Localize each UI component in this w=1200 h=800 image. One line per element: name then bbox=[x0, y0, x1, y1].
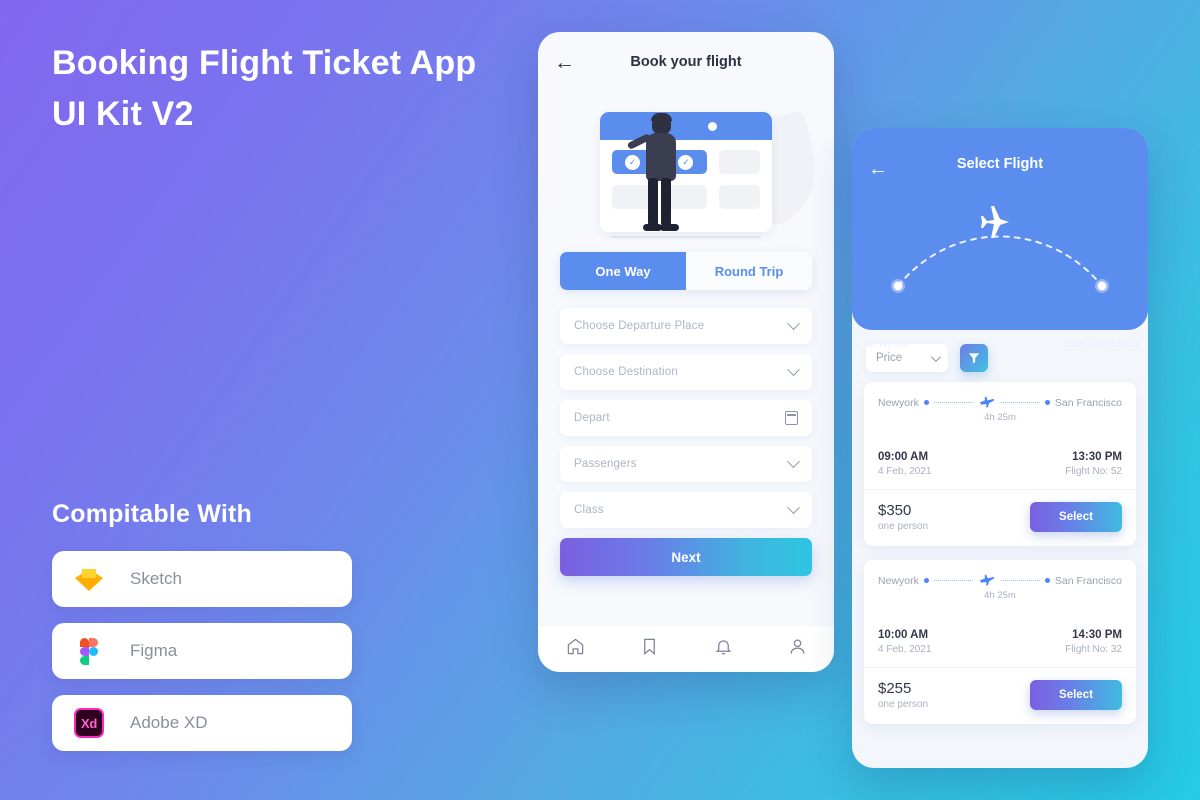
compat-label: Sketch bbox=[130, 569, 182, 588]
person-icon[interactable] bbox=[788, 637, 807, 661]
field-placeholder: Passengers bbox=[574, 458, 637, 470]
flight-times: 09:00 AM 4 Feb, 2021 13:30 PM Flight No:… bbox=[864, 435, 1136, 477]
booking-form: One Way Round Trip Choose Departure Plac… bbox=[538, 252, 834, 612]
airplane-icon bbox=[979, 574, 995, 586]
back-icon[interactable]: ← bbox=[868, 158, 888, 181]
route-origin-label: Newyork bbox=[864, 338, 909, 350]
booking-title: Book your flight bbox=[630, 54, 742, 70]
route-map: Newyork San Francisco bbox=[852, 190, 1148, 350]
arrive-time: 13:30 PM bbox=[1072, 451, 1122, 463]
hero-section: Booking Flight Ticket App UI Kit V2 bbox=[52, 38, 522, 140]
depart-time: 10:00 AM bbox=[878, 629, 929, 641]
select-flight-header: ← Select Flight Newyork San Francisco bbox=[852, 128, 1148, 350]
booking-screen: ← Book your flight ✓ ✓ One Way Round Tri… bbox=[538, 32, 834, 672]
filter-button[interactable] bbox=[960, 344, 988, 372]
select-button[interactable]: Select bbox=[1030, 680, 1122, 710]
person-illustration bbox=[626, 113, 690, 236]
flight-origin: Newyork bbox=[878, 396, 919, 409]
tab-round-trip[interactable]: Round Trip bbox=[686, 252, 812, 290]
compat-item-adobe-xd[interactable]: Xd Adobe XD bbox=[52, 695, 352, 751]
field-placeholder: Depart bbox=[574, 412, 610, 424]
flight-destination: San Francisco bbox=[1054, 574, 1122, 587]
price-sort-label: Price bbox=[876, 352, 903, 364]
bell-icon[interactable] bbox=[714, 637, 733, 661]
flight-price-row: $255 one person Select bbox=[864, 667, 1136, 724]
flight-price: $350 bbox=[878, 502, 912, 519]
field-placeholder: Choose Destination bbox=[574, 366, 678, 378]
compat-label: Adobe XD bbox=[130, 713, 208, 732]
flight-destination: San Francisco bbox=[1054, 396, 1122, 409]
flight-duration: 4h 25m bbox=[984, 412, 1016, 423]
next-button[interactable]: Next bbox=[560, 538, 812, 576]
flight-number: Flight No: 52 bbox=[1065, 466, 1122, 477]
flight-route-summary: Newyork San Francisco 4h 25m bbox=[864, 382, 1136, 435]
trip-type-toggle: One Way Round Trip bbox=[560, 252, 812, 290]
select-button[interactable]: Select bbox=[1030, 502, 1122, 532]
bottom-navigation bbox=[538, 626, 834, 672]
select-flight-title: Select Flight bbox=[956, 156, 1044, 172]
destination-field[interactable]: Choose Destination bbox=[560, 354, 812, 390]
origin-dot-icon bbox=[923, 400, 929, 405]
filter-icon bbox=[968, 353, 980, 364]
flight-duration: 4h 25m bbox=[984, 590, 1016, 601]
bookmark-icon[interactable] bbox=[640, 637, 659, 661]
flight-card[interactable]: Newyork San Francisco 4h 25m 10:00 AM 4 … bbox=[864, 560, 1136, 724]
page-title: Booking Flight Ticket App UI Kit V2 bbox=[52, 38, 522, 140]
compat-label: Figma bbox=[130, 641, 178, 660]
route-line bbox=[933, 402, 973, 403]
calendar-icon bbox=[785, 411, 798, 425]
chevron-down-icon bbox=[930, 351, 941, 362]
sketch-icon bbox=[74, 564, 104, 594]
chevron-down-icon bbox=[787, 454, 800, 468]
chevron-down-icon bbox=[787, 362, 800, 376]
flight-times: 10:00 AM 4 Feb, 2021 14:30 PM Flight No:… bbox=[864, 613, 1136, 655]
home-icon[interactable] bbox=[566, 637, 585, 661]
depart-date: 4 Feb, 2021 bbox=[878, 644, 932, 655]
field-placeholder: Class bbox=[574, 504, 604, 516]
compatibility-heading: Compitable With bbox=[52, 500, 252, 528]
destination-dot-icon bbox=[1044, 578, 1050, 583]
flight-card[interactable]: Newyork San Francisco 4h 25m 09:00 AM 4 … bbox=[864, 382, 1136, 546]
route-line bbox=[933, 580, 973, 581]
booking-header: ← Book your flight bbox=[538, 32, 834, 92]
select-flight-screen: ← Select Flight Newyork San Francisco Pr… bbox=[852, 128, 1148, 768]
chevron-down-icon bbox=[787, 500, 800, 514]
origin-dot-icon bbox=[923, 578, 929, 583]
price-note: one person bbox=[878, 521, 929, 532]
title-line-2: UI Kit V2 bbox=[52, 95, 194, 133]
title-line-1: Booking Flight Ticket App bbox=[52, 44, 477, 82]
compat-item-figma[interactable]: Figma bbox=[52, 623, 352, 679]
flight-price: $255 bbox=[878, 680, 912, 697]
airplane-icon bbox=[981, 206, 1009, 238]
tab-one-way[interactable]: One Way bbox=[560, 252, 686, 290]
flight-route-summary: Newyork San Francisco 4h 25m bbox=[864, 560, 1136, 613]
destination-dot-icon bbox=[1044, 400, 1050, 405]
flight-origin: Newyork bbox=[878, 574, 919, 587]
arrive-time: 14:30 PM bbox=[1072, 629, 1122, 641]
depart-time: 09:00 AM bbox=[878, 451, 929, 463]
ground-line bbox=[611, 236, 761, 238]
airplane-icon bbox=[979, 396, 995, 408]
depart-date-field[interactable]: Depart bbox=[560, 400, 812, 436]
compatibility-section: Compitable With Sketch Figma Xd Adobe XD bbox=[52, 500, 352, 767]
chevron-down-icon bbox=[787, 316, 800, 330]
flight-price-row: $350 one person Select bbox=[864, 489, 1136, 546]
figma-icon bbox=[74, 636, 104, 666]
class-field[interactable]: Class bbox=[560, 492, 812, 528]
field-placeholder: Choose Departure Place bbox=[574, 320, 705, 332]
route-line bbox=[1000, 402, 1040, 403]
booking-illustration: ✓ ✓ bbox=[538, 92, 834, 252]
depart-date: 4 Feb, 2021 bbox=[878, 466, 932, 477]
flight-number: Flight No: 32 bbox=[1065, 644, 1122, 655]
departure-place-field[interactable]: Choose Departure Place bbox=[560, 308, 812, 344]
route-destination-label: San Francisco bbox=[1064, 338, 1138, 350]
price-note: one person bbox=[878, 699, 929, 710]
adobe-xd-icon: Xd bbox=[74, 708, 104, 738]
compat-item-sketch[interactable]: Sketch bbox=[52, 551, 352, 607]
route-line bbox=[1000, 580, 1040, 581]
passengers-field[interactable]: Passengers bbox=[560, 446, 812, 482]
